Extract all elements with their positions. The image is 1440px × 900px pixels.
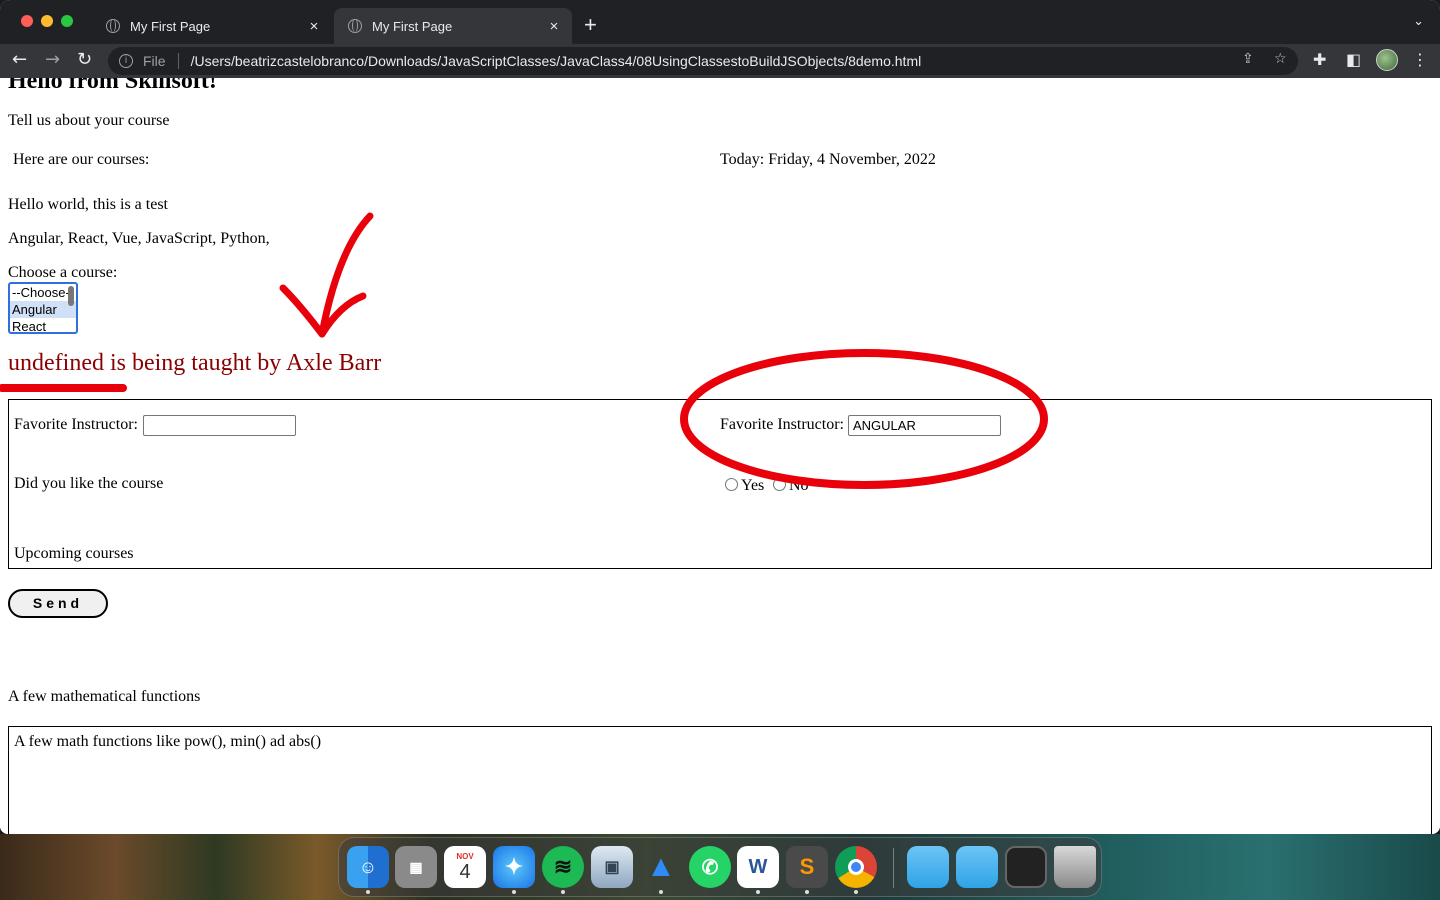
tab-bar: My First Page × My First Page × + ⌄: [0, 0, 1440, 44]
url-scheme: File: [143, 53, 166, 69]
send-button[interactable]: Send: [8, 589, 108, 618]
bookmark-star-icon[interactable]: ☆: [1274, 51, 1287, 67]
calendar-icon[interactable]: NOV 4: [444, 846, 486, 888]
globe-icon: [106, 19, 120, 33]
liked-course-label: Did you like the course: [14, 475, 164, 492]
side-panel-icon[interactable]: ◧: [1346, 50, 1361, 69]
downloads-folder-icon[interactable]: [956, 846, 998, 888]
more-menu-icon[interactable]: ⋮: [1412, 50, 1428, 69]
running-indicator: [659, 890, 663, 894]
today-date: Today: Friday, 4 November, 2022: [720, 151, 936, 168]
extensions-puzzle-icon[interactable]: ✚: [1313, 50, 1326, 69]
new-tab-button[interactable]: +: [584, 12, 597, 38]
tab-search-chevron-icon[interactable]: ⌄: [1413, 14, 1424, 29]
tab-title: My First Page: [372, 18, 453, 34]
calendar-day: 4: [459, 860, 471, 883]
running-indicator: [805, 890, 809, 894]
tab-close-icon[interactable]: ×: [304, 18, 324, 35]
fav-instructor-input-right[interactable]: ANGULAR: [848, 415, 1001, 436]
courses-label: Here are our courses:: [13, 151, 150, 168]
tab-my-first-page-1[interactable]: My First Page ×: [92, 8, 332, 44]
word-icon[interactable]: W: [737, 846, 779, 888]
calendar-month: NOV: [456, 851, 474, 861]
spotify-icon[interactable]: ≋: [542, 846, 584, 888]
dock: ☺ ▦ NOV 4 ✦ ≋ ▣ ▲ ✆ W S: [338, 837, 1102, 897]
spark-icon[interactable]: ▲: [640, 846, 682, 888]
tab-close-icon[interactable]: ×: [544, 18, 564, 35]
select-option-angular[interactable]: Angular: [10, 301, 76, 318]
fav-instructor-input-left[interactable]: [143, 415, 296, 436]
page-content: Hello from Skillsoft! Tell us about your…: [0, 78, 1440, 834]
math-functions-box: A few math functions like pow(), min() a…: [8, 726, 1432, 834]
close-window-button[interactable]: [21, 15, 33, 27]
course-form-fieldset: Favorite Instructor: Favorite Instructor…: [8, 399, 1432, 569]
reload-button[interactable]: ↻: [77, 49, 92, 70]
upcoming-courses-label: Upcoming courses: [14, 545, 134, 562]
radio-yes[interactable]: [725, 478, 738, 491]
url-text[interactable]: /Users/beatrizcastelobranco/Downloads/Ja…: [191, 53, 922, 69]
preview-icon[interactable]: ▣: [591, 846, 633, 888]
running-indicator: [561, 890, 565, 894]
browser-window: My First Page × My First Page × + ⌄ ← → …: [0, 0, 1440, 834]
dock-separator: [893, 848, 894, 888]
running-indicator: [366, 890, 370, 894]
choose-course-label: Choose a course:: [8, 264, 118, 281]
chrome-center: [848, 859, 864, 875]
page-heading: Hello from Skillsoft!: [8, 78, 217, 94]
course-select[interactable]: --Choose-- Angular React: [8, 282, 78, 334]
course-list-text: Angular, React, Vue, JavaScript, Python,: [8, 230, 270, 247]
hello-world-text: Hello world, this is a test: [8, 196, 168, 213]
radio-yes-label: Yes: [741, 477, 765, 494]
running-indicator: [512, 890, 516, 894]
minimize-window-button[interactable]: [41, 15, 53, 27]
back-button[interactable]: ←: [12, 49, 27, 70]
radio-no[interactable]: [773, 478, 786, 491]
tab-title: My First Page: [130, 18, 211, 34]
browser-toolbar: ← → ↻ i File /Users/beatrizcastelobranco…: [0, 44, 1440, 78]
select-option-react[interactable]: React: [10, 318, 76, 332]
whatsapp-icon[interactable]: ✆: [689, 846, 731, 888]
intro-text: Tell us about your course: [8, 112, 170, 129]
divider: [177, 53, 179, 69]
trash-icon[interactable]: [1054, 846, 1096, 888]
forward-button[interactable]: →: [45, 49, 60, 70]
select-scrollbar[interactable]: [68, 286, 74, 306]
screenshot-icon[interactable]: [1005, 846, 1047, 888]
info-icon[interactable]: i: [119, 54, 133, 68]
tab-my-first-page-2[interactable]: My First Page ×: [334, 8, 572, 44]
fav-instructor-label-right: Favorite Instructor:: [720, 416, 844, 433]
chrome-icon[interactable]: [835, 846, 877, 888]
safari-icon[interactable]: ✦: [493, 846, 535, 888]
fav-instructor-label-left: Favorite Instructor:: [14, 416, 138, 433]
share-icon[interactable]: ⇪: [1242, 51, 1254, 67]
zoom-window-button[interactable]: [61, 15, 73, 27]
sublime-icon[interactable]: S: [786, 846, 828, 888]
radio-no-label: No: [789, 477, 809, 494]
profile-avatar[interactable]: [1376, 49, 1398, 71]
running-indicator: [756, 890, 760, 894]
folder-icon[interactable]: [907, 846, 949, 888]
math-heading: A few mathematical functions: [8, 688, 201, 705]
launchpad-icon[interactable]: ▦: [395, 846, 437, 888]
address-bar[interactable]: i File /Users/beatrizcastelobranco/Downl…: [108, 47, 1298, 75]
globe-icon: [348, 19, 362, 33]
finder-icon[interactable]: ☺: [347, 846, 389, 888]
select-option-choose[interactable]: --Choose--: [10, 284, 76, 301]
running-indicator: [854, 890, 858, 894]
taught-by-message: undefined is being taught by Axle Barr: [8, 350, 382, 376]
math-box-text: A few math functions like pow(), min() a…: [14, 733, 322, 750]
